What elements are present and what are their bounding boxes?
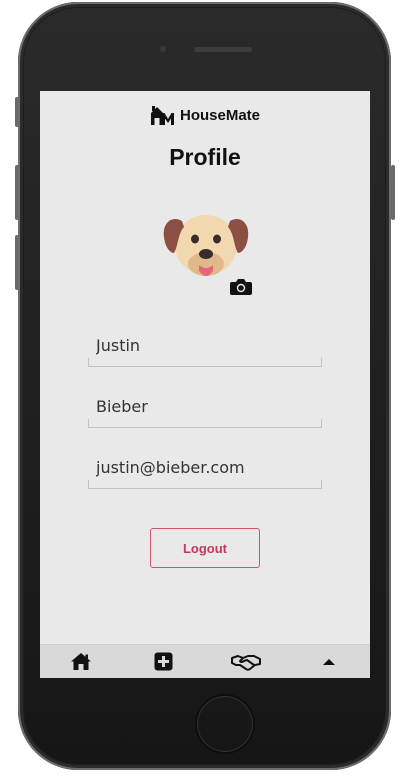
front-camera: [160, 46, 166, 52]
last-name-field[interactable]: [88, 394, 322, 428]
housemate-logo-icon: [150, 106, 174, 125]
logout-button[interactable]: Logout: [150, 528, 260, 568]
tab-home[interactable]: [61, 648, 101, 676]
app-header: HouseMate: [40, 104, 370, 126]
tab-more[interactable]: [309, 648, 349, 676]
email-input[interactable]: [89, 455, 321, 481]
bottom-tab-bar: [40, 644, 370, 678]
caret-up-icon: [322, 658, 335, 665]
home-hardware-button[interactable]: [195, 694, 255, 754]
volume-up-button: [15, 165, 19, 220]
power-button: [391, 165, 395, 220]
app-screen: HouseMate Profile Logout: [40, 91, 370, 678]
first-name-field[interactable]: [88, 333, 322, 367]
app-name: HouseMate: [179, 106, 261, 124]
plus-square-icon: [154, 652, 173, 671]
tab-add[interactable]: [144, 648, 184, 676]
mute-switch: [15, 97, 19, 127]
tab-agreements[interactable]: [226, 648, 266, 676]
page-title: Profile: [169, 144, 241, 170]
last-name-input[interactable]: [89, 394, 321, 420]
volume-down-button: [15, 235, 19, 290]
email-field[interactable]: [88, 455, 322, 489]
handshake-icon: [231, 654, 262, 671]
home-icon: [71, 653, 92, 670]
camera-icon[interactable]: [229, 276, 253, 296]
first-name-input[interactable]: [89, 333, 321, 359]
earpiece-speaker: [194, 47, 252, 52]
